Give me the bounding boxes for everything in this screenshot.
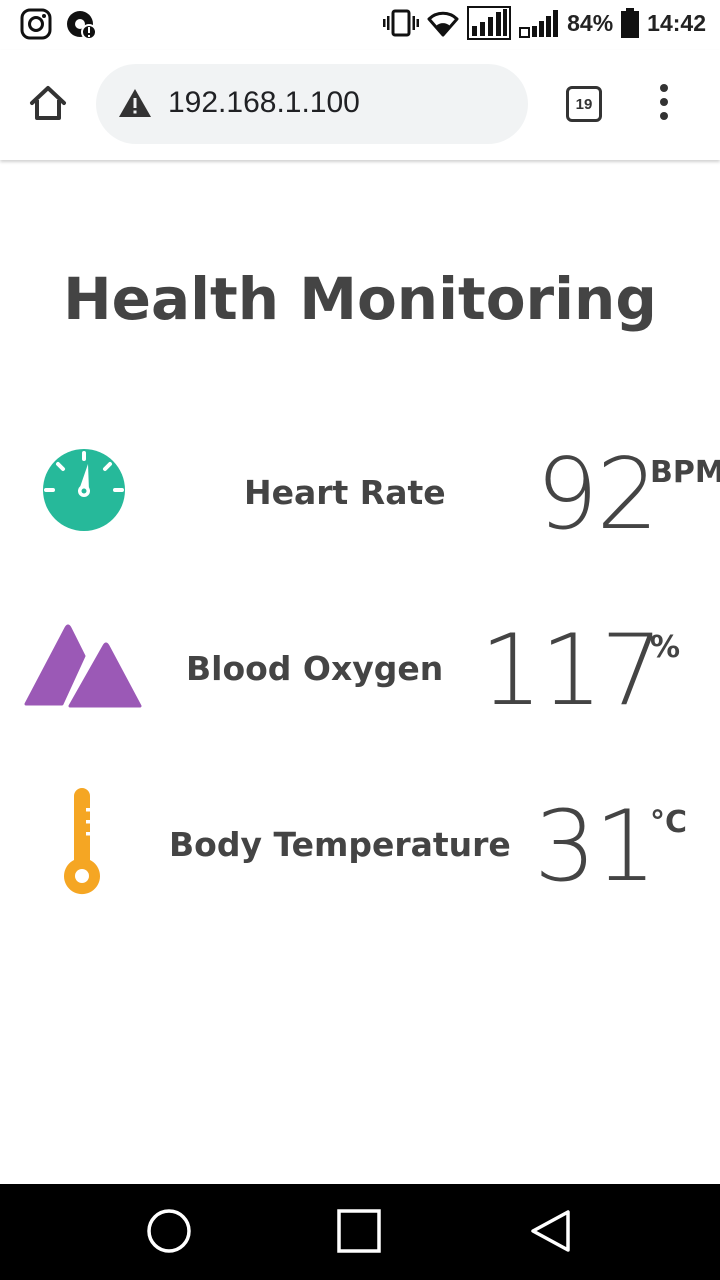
battery-percent: 84% — [567, 9, 614, 36]
gauge-icon — [42, 448, 126, 536]
battery-icon — [621, 8, 640, 38]
home-button[interactable] — [26, 82, 70, 126]
body-temperature-value: 31 — [534, 790, 657, 904]
square-icon — [337, 1209, 381, 1253]
heart-rate-label: Heart Rate — [244, 473, 446, 512]
triangle-back-icon — [531, 1210, 570, 1252]
page-title: Health Monitoring — [63, 265, 657, 333]
back-nav-button[interactable] — [528, 1208, 574, 1258]
blood-oxygen-label: Blood Oxygen — [186, 649, 444, 688]
signal-sim2-icon — [519, 8, 559, 38]
body-temperature-unit: °C — [650, 805, 688, 840]
home-nav-button[interactable] — [146, 1208, 192, 1258]
url-text[interactable]: 192.168.1.100 — [168, 86, 360, 120]
notification-icon — [66, 8, 98, 44]
address-bar[interactable]: 192.168.1.100 — [96, 64, 528, 144]
overflow-menu-button[interactable] — [654, 84, 674, 124]
signal-sim1-icon — [467, 6, 512, 40]
heart-rate-unit: BPM — [650, 455, 720, 490]
status-bar: 84% 14:42 — [0, 0, 720, 50]
tab-switcher-button[interactable]: 19 — [566, 86, 602, 122]
browser-toolbar: 192.168.1.100 19 — [0, 50, 720, 160]
blood-oxygen-value: 117 — [480, 614, 663, 728]
thermometer-icon — [62, 786, 102, 902]
blood-oxygen-unit: % — [650, 630, 681, 665]
recents-nav-button[interactable] — [336, 1208, 382, 1258]
clock: 14:42 — [647, 9, 706, 36]
warning-icon[interactable] — [118, 87, 152, 123]
wifi-icon — [427, 9, 459, 37]
android-nav-bar — [0, 1184, 720, 1280]
circle-icon — [147, 1209, 191, 1253]
instagram-icon — [20, 8, 52, 44]
mountains-icon — [24, 624, 142, 712]
home-icon — [30, 86, 66, 120]
heart-rate-value: 92 — [536, 438, 659, 552]
vibrate-icon — [383, 8, 420, 38]
body-temperature-label: Body Temperature — [169, 825, 511, 864]
